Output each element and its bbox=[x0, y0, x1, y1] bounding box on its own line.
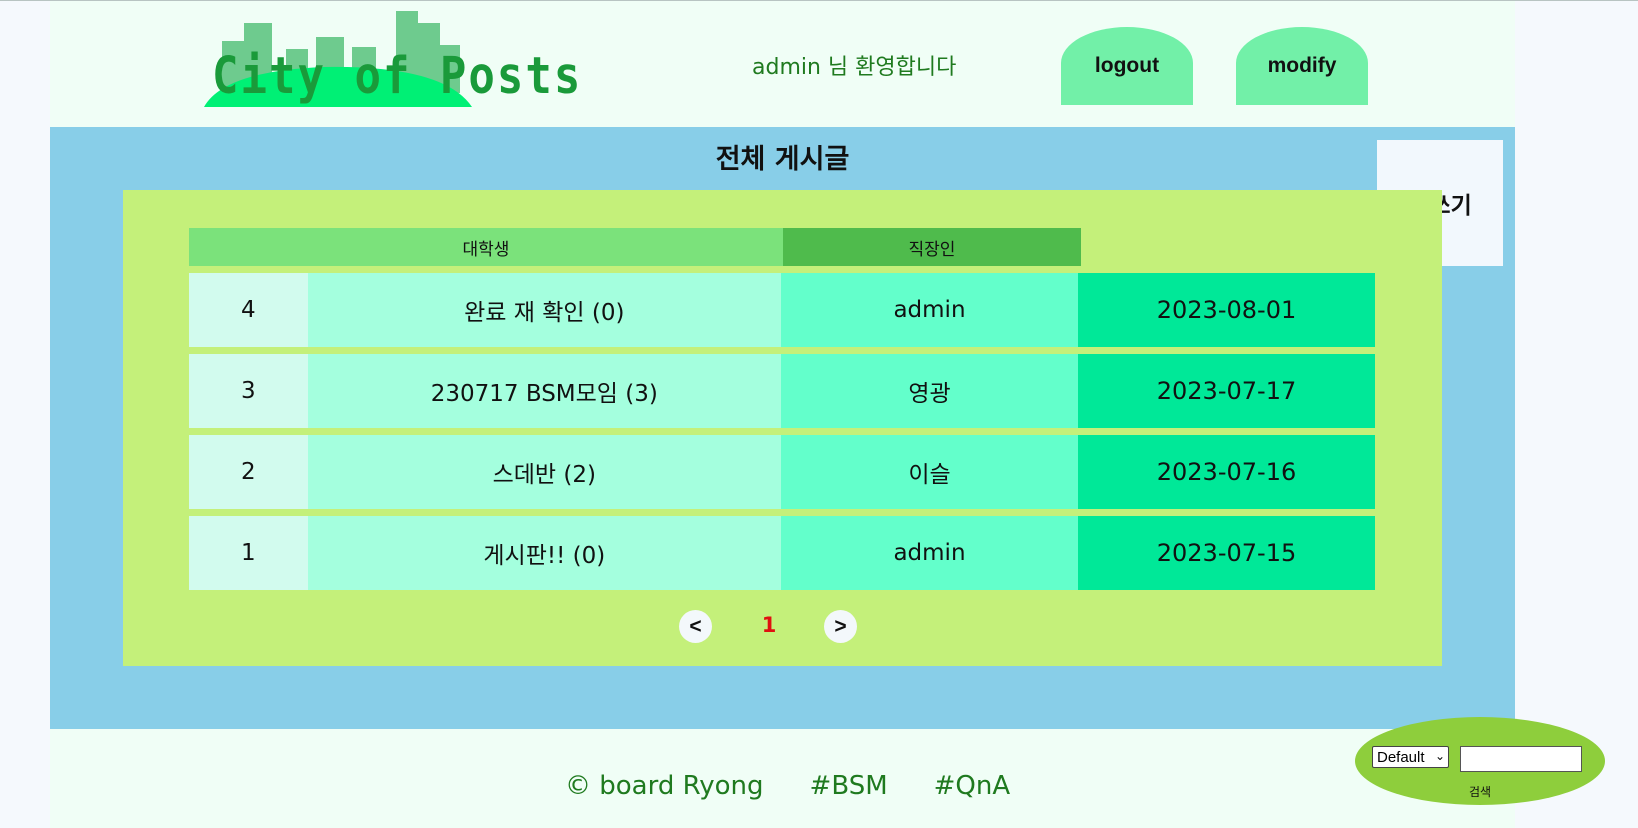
column-head-students[interactable]: 대학생 bbox=[189, 228, 783, 266]
post-title-link[interactable]: 완료 재 확인 (0) bbox=[307, 273, 781, 347]
current-page-number[interactable]: 1 bbox=[759, 613, 779, 637]
next-page-button[interactable]: > bbox=[824, 610, 857, 643]
chevron-down-icon: ⌄ bbox=[1434, 749, 1445, 763]
search-type-value: Default bbox=[1377, 748, 1425, 766]
post-row[interactable]: 1 게시판!! (0) admin 2023-07-15 bbox=[189, 516, 1375, 590]
post-author: 영광 bbox=[781, 354, 1078, 428]
post-date: 2023-08-01 bbox=[1078, 273, 1375, 347]
board-title: 전체 게시글 bbox=[715, 144, 850, 175]
board-section: 전체 게시글 글쓰기 대학생 직장인 4 완료 재 확인 (0) admin 2… bbox=[50, 127, 1515, 729]
page: City of Posts admin 님 환영합니다 logout modif… bbox=[50, 1, 1515, 828]
header: City of Posts admin 님 환영합니다 logout modif… bbox=[50, 1, 1515, 127]
logout-button[interactable]: logout bbox=[1061, 27, 1193, 105]
search-type-select[interactable]: Default ⌄ bbox=[1372, 746, 1449, 768]
copyright-text: © board Ryong bbox=[565, 771, 764, 801]
post-author: admin bbox=[781, 273, 1078, 347]
post-title-link[interactable]: 게시판!! (0) bbox=[307, 516, 781, 590]
post-title-link[interactable]: 230717 BSM모임 (3) bbox=[307, 354, 781, 428]
logo-text: City of Posts bbox=[212, 47, 583, 106]
post-number: 4 bbox=[189, 273, 308, 347]
post-row[interactable]: 2 스데반 (2) 이슬 2023-07-16 bbox=[189, 435, 1375, 509]
search-panel: Default ⌄ 검색 bbox=[1355, 717, 1605, 805]
post-author: 이슬 bbox=[781, 435, 1078, 509]
post-row[interactable]: 3 230717 BSM모임 (3) 영광 2023-07-17 bbox=[189, 354, 1375, 428]
column-head-workers[interactable]: 직장인 bbox=[783, 228, 1081, 266]
footer: © board Ryong #BSM #QnA bbox=[50, 729, 1515, 828]
post-date: 2023-07-17 bbox=[1078, 354, 1375, 428]
welcome-message: admin 님 환영합니다 bbox=[752, 55, 957, 80]
post-row[interactable]: 4 완료 재 확인 (0) admin 2023-08-01 bbox=[189, 273, 1375, 347]
footer-links: © board Ryong #BSM #QnA bbox=[565, 771, 1010, 801]
tag-bsm-link[interactable]: #BSM bbox=[810, 771, 888, 801]
post-date: 2023-07-15 bbox=[1078, 516, 1375, 590]
post-list-panel: 대학생 직장인 4 완료 재 확인 (0) admin 2023-08-01 3… bbox=[123, 190, 1442, 666]
pagination: < 1 > bbox=[123, 610, 1442, 644]
post-list: 4 완료 재 확인 (0) admin 2023-08-01 3 230717 … bbox=[189, 273, 1375, 597]
post-title-link[interactable]: 스데반 (2) bbox=[307, 435, 781, 509]
post-number: 2 bbox=[189, 435, 308, 509]
search-input[interactable] bbox=[1460, 746, 1582, 772]
modify-button[interactable]: modify bbox=[1236, 27, 1368, 105]
post-date: 2023-07-16 bbox=[1078, 435, 1375, 509]
search-button[interactable]: 검색 bbox=[1355, 783, 1605, 800]
site-logo[interactable]: City of Posts bbox=[204, 9, 580, 107]
post-number: 3 bbox=[189, 354, 308, 428]
prev-page-button[interactable]: < bbox=[679, 610, 712, 643]
post-number: 1 bbox=[189, 516, 308, 590]
tag-qna-link[interactable]: #QnA bbox=[934, 771, 1011, 801]
post-author: admin bbox=[781, 516, 1078, 590]
